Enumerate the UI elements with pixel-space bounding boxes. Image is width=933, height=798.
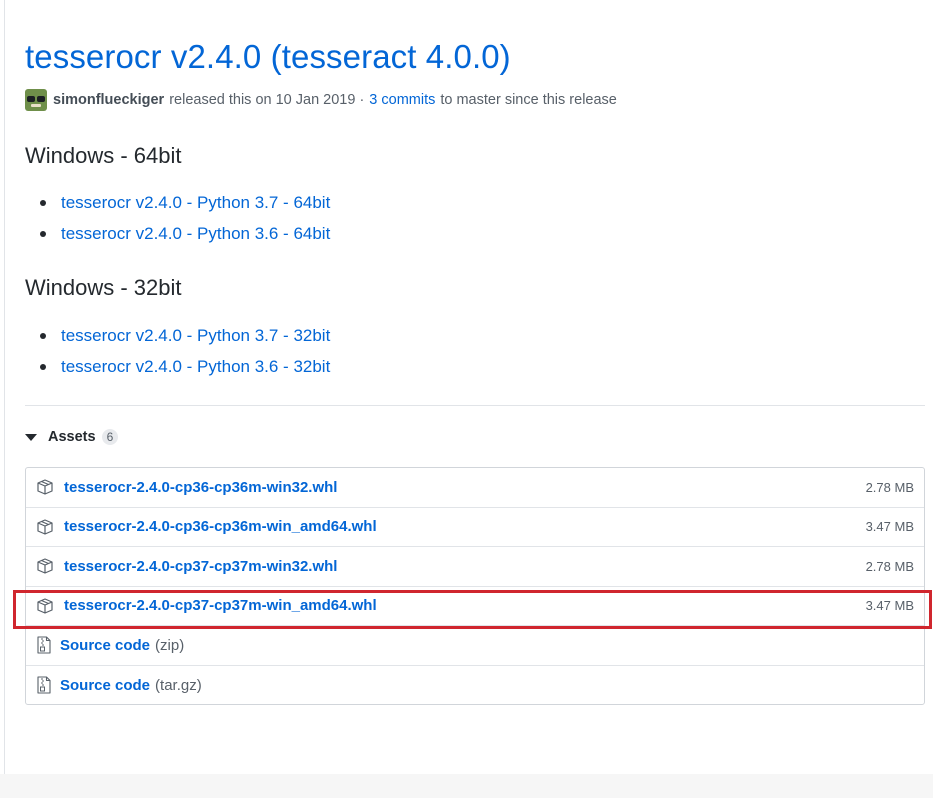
left-border [4,0,5,774]
bullet [40,332,46,339]
release-page: tesserocr v2.4.0 (tesseract 4.0.0) simon… [0,0,933,774]
section-heading-32bit: Windows - 32bit [25,275,182,300]
list-item: tesserocr v2.4.0 - Python 3.6 - 64bit [25,219,330,251]
assets-toggle[interactable]: Assets 6 [25,426,119,448]
released-text: released this on 10 Jan 2019 · [169,92,365,108]
package-icon [37,479,53,495]
bullet [40,364,46,371]
author-link[interactable]: simonflueckiger [53,92,164,108]
assets-label: Assets [48,429,96,445]
file-zip-icon [37,676,51,694]
list-item: tesserocr v2.4.0 - Python 3.7 - 32bit [25,320,330,352]
download-list-32bit: tesserocr v2.4.0 - Python 3.7 - 32bit te… [25,320,330,383]
download-link[interactable]: tesserocr v2.4.0 - Python 3.6 - 32bit [61,357,330,377]
since-text: to master since this release [440,92,617,108]
avatar[interactable] [25,89,47,111]
release-meta: simonflueckiger released this on 10 Jan … [25,88,617,112]
download-link[interactable]: tesserocr v2.4.0 - Python 3.7 - 32bit [61,326,330,346]
asset-download-link[interactable]: tesserocr-2.4.0-cp37-cp37m-win_amd64.whl [64,597,377,614]
asset-row: tesserocr-2.4.0-cp36-cp36m-win32.whl 2.7… [26,468,924,508]
file-zip-icon [37,636,51,654]
source-code-targz-link[interactable]: Source code [60,677,150,694]
divider [25,405,925,406]
package-icon [37,519,53,535]
bullet [40,231,46,238]
download-link[interactable]: tesserocr v2.4.0 - Python 3.6 - 64bit [61,224,330,244]
asset-row: tesserocr-2.4.0-cp36-cp36m-win_amd64.whl… [26,508,924,547]
section-heading-64bit: Windows - 64bit [25,143,182,168]
list-item: tesserocr v2.4.0 - Python 3.6 - 32bit [25,352,330,384]
download-link[interactable]: tesserocr v2.4.0 - Python 3.7 - 64bit [61,193,330,213]
source-row: Source code (zip) [26,626,924,666]
source-format: (tar.gz) [155,676,202,694]
commits-link[interactable]: 3 commits [369,92,435,108]
asset-size: 2.78 MB [865,558,914,574]
list-item: tesserocr v2.4.0 - Python 3.7 - 64bit [25,187,330,219]
asset-download-link[interactable]: tesserocr-2.4.0-cp36-cp36m-win_amd64.whl [64,518,377,535]
caret-down-icon [25,433,37,441]
assets-count-badge: 6 [101,429,119,445]
assets-list: tesserocr-2.4.0-cp36-cp36m-win32.whl 2.7… [25,467,925,705]
asset-size: 2.78 MB [865,479,914,495]
asset-download-link[interactable]: tesserocr-2.4.0-cp36-cp36m-win32.whl [64,479,337,496]
package-icon [37,598,53,614]
asset-download-link[interactable]: tesserocr-2.4.0-cp37-cp37m-win32.whl [64,558,337,575]
release-title-link[interactable]: tesserocr v2.4.0 (tesseract 4.0.0) [25,38,511,76]
source-row: Source code (tar.gz) [26,666,924,706]
package-icon [37,558,53,574]
asset-size: 3.47 MB [865,598,914,614]
bullet [40,199,46,206]
asset-size: 3.47 MB [865,519,914,535]
source-code-zip-link[interactable]: Source code [60,637,150,654]
asset-row-highlighted: tesserocr-2.4.0-cp37-cp37m-win_amd64.whl… [26,587,924,626]
download-list-64bit: tesserocr v2.4.0 - Python 3.7 - 64bit te… [25,187,330,250]
asset-row: tesserocr-2.4.0-cp37-cp37m-win32.whl 2.7… [26,547,924,587]
source-format: (zip) [155,636,185,654]
